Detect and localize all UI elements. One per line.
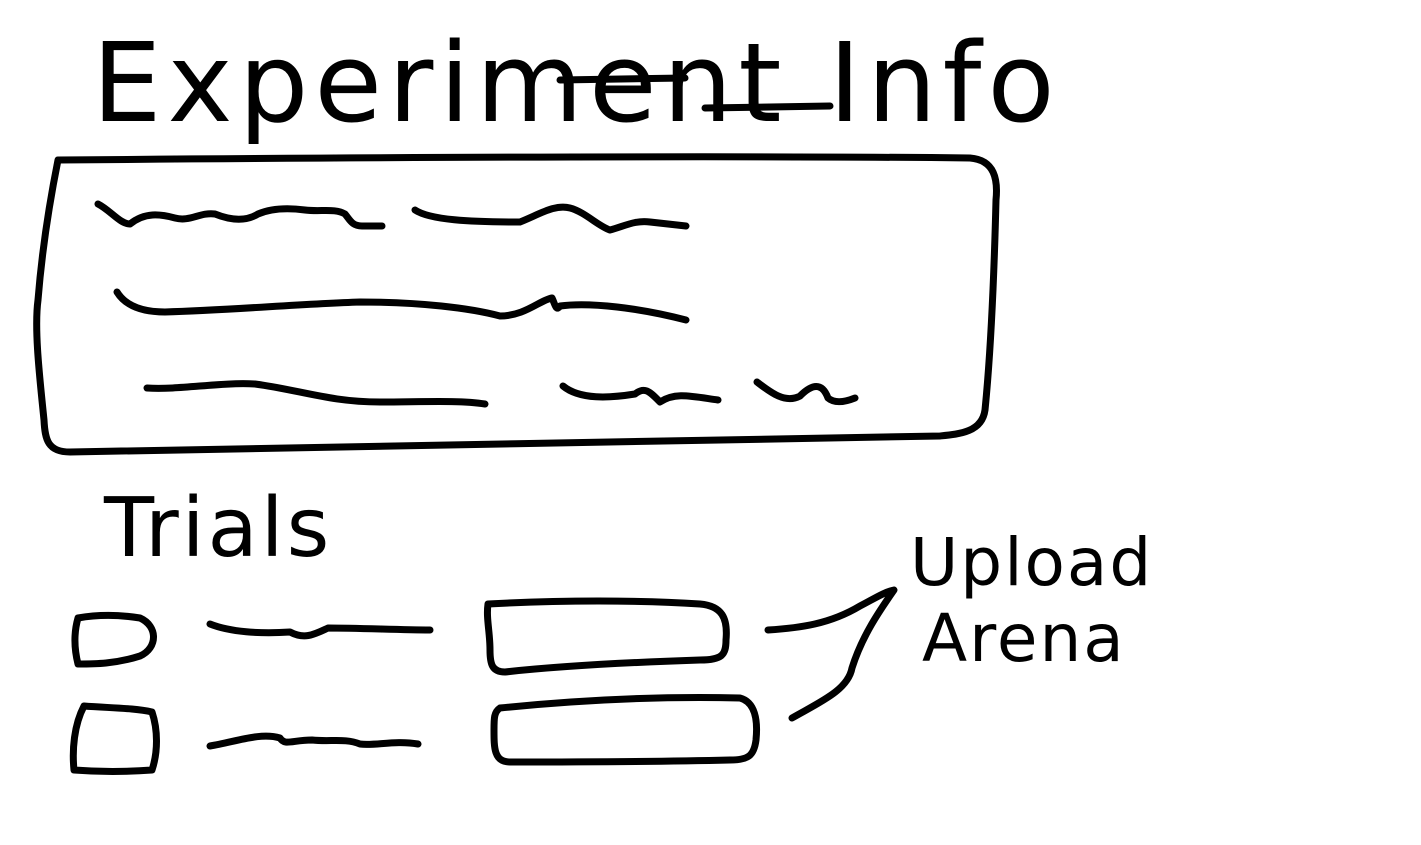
trial-name-line (206, 732, 422, 750)
trials-heading: Trials (104, 481, 333, 576)
info-text-line-3 (143, 378, 859, 408)
wireframe-sketch: Experiment Info Trials Upload Arena (0, 0, 1421, 845)
callout-arena-label: Arena (922, 600, 1126, 677)
info-text-line-1 (94, 200, 690, 234)
trial-name-line (206, 620, 434, 640)
experiment-info-box (33, 153, 1000, 456)
info-text-line-2 (113, 288, 690, 324)
title-underline (556, 74, 834, 112)
trial-row-1 (71, 597, 730, 676)
callout-upload-label: Upload (910, 524, 1154, 601)
upload-arena-button[interactable] (490, 693, 761, 766)
trial-checkbox[interactable] (69, 702, 160, 775)
trial-row-2 (69, 693, 761, 775)
callout-connector (764, 586, 898, 722)
trial-checkbox[interactable] (71, 611, 157, 668)
upload-arena-button[interactable] (483, 597, 730, 676)
sketch-strokes (33, 74, 1000, 775)
